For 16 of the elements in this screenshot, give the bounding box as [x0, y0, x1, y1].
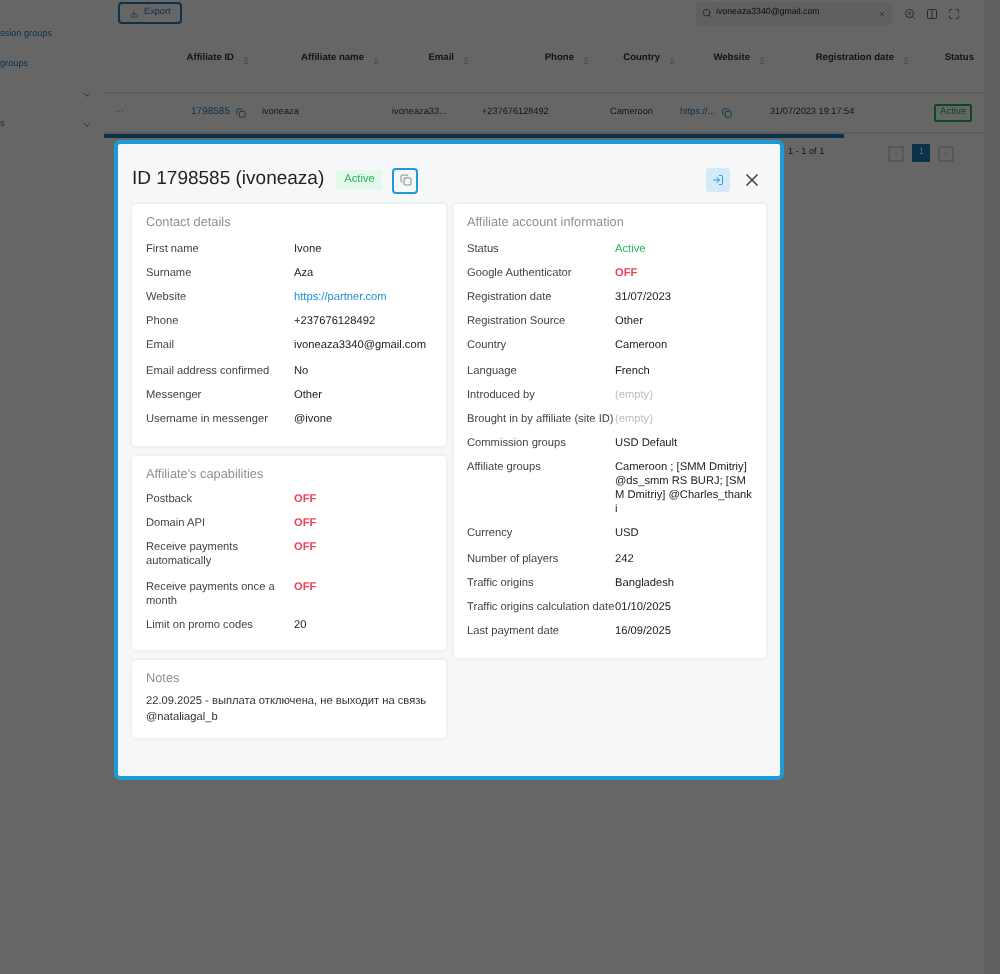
chevron-down-icon[interactable] [82, 120, 92, 130]
login-button[interactable] [706, 168, 730, 192]
search-icon [702, 8, 712, 18]
close-icon [742, 170, 762, 190]
search-off-icon[interactable] [904, 7, 916, 19]
columns-icon[interactable] [926, 7, 938, 19]
copy-icon[interactable] [236, 108, 246, 118]
copy-icon[interactable] [721, 107, 732, 118]
close-button[interactable] [742, 170, 762, 190]
chevron-down-icon[interactable] [82, 90, 92, 100]
scrollbar-thumb[interactable] [104, 134, 844, 137]
login-icon [712, 174, 724, 186]
download-icon [130, 9, 138, 17]
copy-button[interactable] [392, 167, 419, 193]
modal-title: ID 1798585 (ivoneaza) [132, 165, 325, 194]
copy-icon [399, 174, 412, 186]
